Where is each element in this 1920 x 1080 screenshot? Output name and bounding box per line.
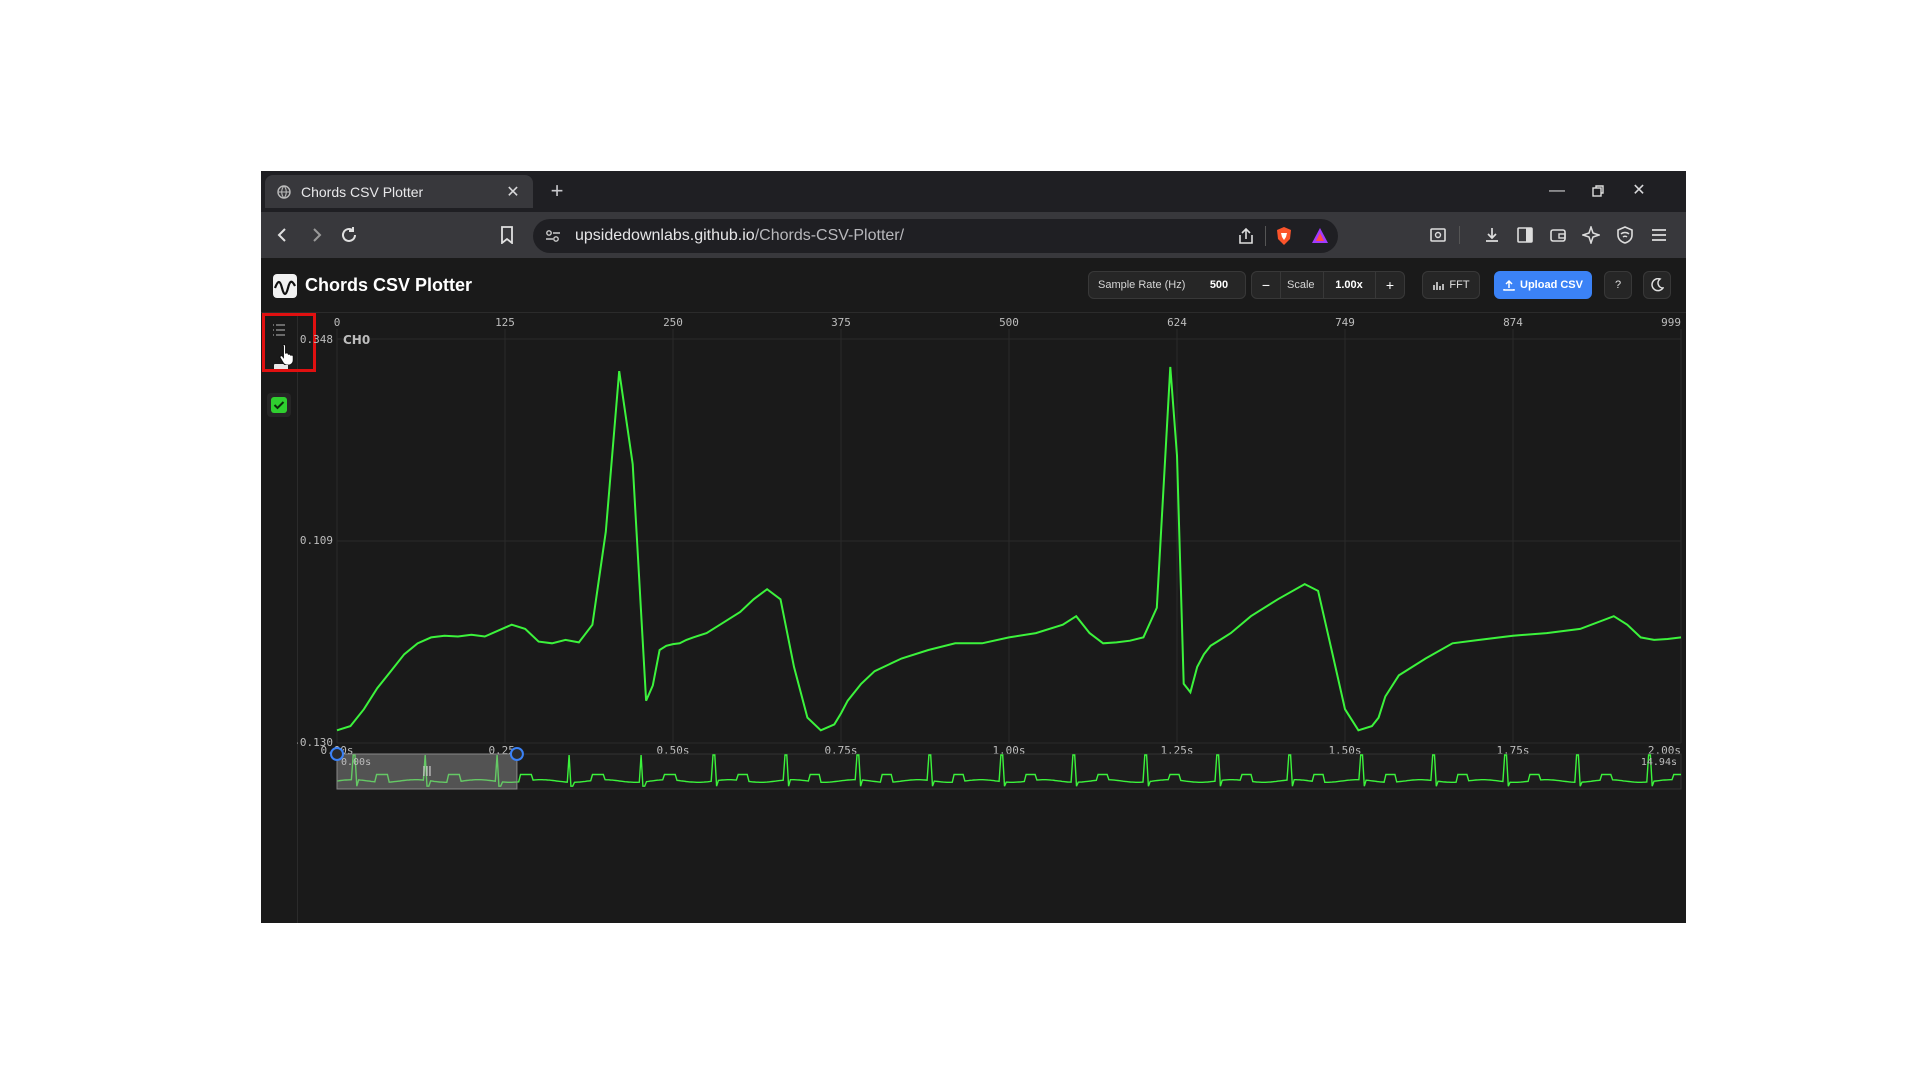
scale-label: Scale	[1287, 279, 1315, 291]
app-root: Chords CSV Plotter Sample Rate (Hz) 500 …	[261, 258, 1686, 923]
channel-sidebar	[261, 313, 316, 923]
top-tick-label: 624	[1167, 316, 1187, 329]
bookmark-icon[interactable]	[495, 223, 519, 247]
reload-icon[interactable]	[337, 223, 361, 247]
sample-rate-input[interactable]: 500	[1199, 276, 1239, 294]
restore-icon[interactable]	[1583, 179, 1613, 203]
overview-track[interactable]	[336, 753, 1682, 790]
url-text: upsidedownlabs.github.io/Chords-CSV-Plot…	[575, 227, 905, 244]
hand-cursor-icon	[279, 343, 294, 365]
scale-minus-button[interactable]: −	[1255, 276, 1277, 294]
forward-icon[interactable]	[304, 223, 328, 247]
ecg-chart: 0 125 250 375 500 624 749 874 999 0.3480.109-0.1…	[297, 316, 1682, 790]
theme-toggle-button[interactable]	[1643, 271, 1671, 299]
y-axis-ticks: 0.3480.109-0.130	[297, 333, 333, 749]
leo-ai-icon[interactable]	[1579, 223, 1603, 247]
upload-csv-button[interactable]: Upload CSV	[1494, 271, 1592, 299]
sample-rate-control: Sample Rate (Hz) 500	[1088, 271, 1246, 299]
wallet-icon[interactable]	[1546, 223, 1570, 247]
menu-icon[interactable]	[1647, 223, 1671, 247]
minimize-icon[interactable]: —	[1542, 179, 1572, 203]
top-tick-label: 0	[334, 316, 341, 329]
app-logo-icon	[273, 274, 297, 298]
fft-button[interactable]: FFT	[1422, 271, 1480, 299]
overview-right-handle[interactable]	[509, 747, 524, 761]
top-tick-label: 375	[831, 316, 851, 329]
overview-start-label: 0.00s	[341, 757, 371, 768]
back-icon[interactable]	[271, 223, 295, 247]
download-icon[interactable]	[1480, 223, 1504, 247]
y-tick-label: 0.348	[300, 333, 333, 346]
browser-window: Chords CSV Plotter ✕ + — ✕ upsidedownlab…	[261, 171, 1686, 923]
channel-checkbox-ch0[interactable]	[267, 393, 291, 417]
fft-label: FFT	[1449, 279, 1470, 291]
browser-tab[interactable]: Chords CSV Plotter ✕	[265, 175, 533, 208]
scale-control: − Scale 1.00x +	[1251, 271, 1405, 299]
site-settings-icon[interactable]	[545, 229, 561, 243]
brave-rewards-icon[interactable]	[1311, 227, 1329, 245]
plot-area[interactable]: 0 125 250 375 500 624 749 874 999 0.348 0.109 -0.1…	[297, 313, 1686, 923]
brave-shields-icon[interactable]	[1275, 226, 1293, 246]
app-title: Chords CSV Plotter	[305, 275, 473, 295]
navigation-bar: upsidedownlabs.github.io/Chords-CSV-Plot…	[261, 212, 1686, 258]
close-tab-icon[interactable]: ✕	[505, 182, 521, 202]
bar-chart-icon	[1433, 282, 1445, 290]
app-header: Chords CSV Plotter Sample Rate (Hz) 500 …	[261, 258, 1686, 313]
sample-rate-label: Sample Rate (Hz)	[1098, 279, 1186, 291]
top-axis-ticks: 0 125 250 375 500 624 749 874 999	[334, 316, 1681, 329]
tab-title: Chords CSV Plotter	[301, 183, 424, 200]
sidebar-toggle-icon[interactable]	[1513, 223, 1537, 247]
address-bar[interactable]: upsidedownlabs.github.io/Chords-CSV-Plot…	[533, 219, 1338, 253]
help-button[interactable]: ?	[1604, 271, 1632, 299]
top-tick-label: 999	[1661, 316, 1681, 329]
close-window-icon[interactable]: ✕	[1624, 179, 1654, 203]
top-tick-label: 749	[1335, 316, 1355, 329]
tab-strip: Chords CSV Plotter ✕ + — ✕	[261, 171, 1686, 212]
series-label-ch0: CH0	[343, 333, 370, 347]
top-tick-label: 874	[1503, 316, 1523, 329]
moon-icon	[1651, 278, 1664, 292]
new-tab-button[interactable]: +	[545, 179, 569, 203]
overview-navigator: 0.00s 14.94s	[330, 747, 1682, 790]
upload-icon	[1503, 279, 1515, 291]
scale-plus-button[interactable]: +	[1379, 276, 1401, 294]
upload-label: Upload CSV	[1520, 279, 1583, 291]
grid-lines	[336, 329, 1682, 744]
share-icon[interactable]	[1237, 227, 1255, 245]
globe-icon	[277, 184, 291, 199]
top-tick-label: 125	[495, 316, 515, 329]
scale-value: 1.00x	[1335, 279, 1363, 291]
top-tick-label: 250	[663, 316, 683, 329]
top-tick-label: 500	[999, 316, 1019, 329]
y-tick-label: 0.109	[300, 534, 333, 547]
vpn-shield-icon[interactable]	[1613, 223, 1637, 247]
overview-end-label: 14.94s	[1641, 757, 1677, 768]
checkbox-checked-icon	[271, 397, 287, 413]
screenshot-icon[interactable]	[1426, 223, 1450, 247]
